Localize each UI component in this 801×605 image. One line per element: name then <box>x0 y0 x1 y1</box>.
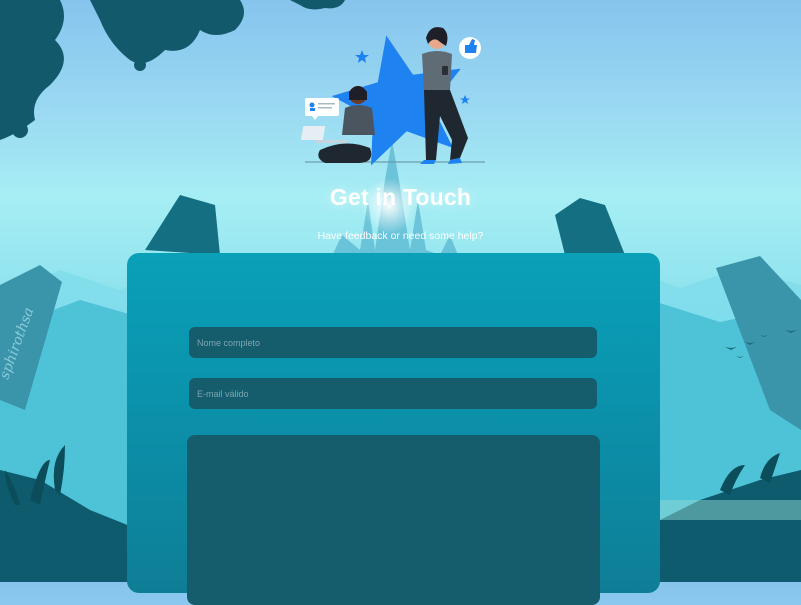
small-star-icon <box>355 50 369 63</box>
user-card-icon <box>305 98 339 120</box>
tree-canopy <box>0 0 345 140</box>
email-field[interactable] <box>189 378 597 409</box>
like-icon <box>459 37 481 59</box>
page-title: Get in Touch <box>329 184 472 210</box>
contact-form <box>127 253 660 605</box>
hero-illustration <box>301 27 485 166</box>
laptop-icon <box>301 126 326 140</box>
name-field[interactable] <box>189 327 597 358</box>
small-star-icon <box>460 95 470 104</box>
page-subtitle: Have feedback or need some help? <box>317 230 484 242</box>
message-field[interactable] <box>187 435 600 605</box>
